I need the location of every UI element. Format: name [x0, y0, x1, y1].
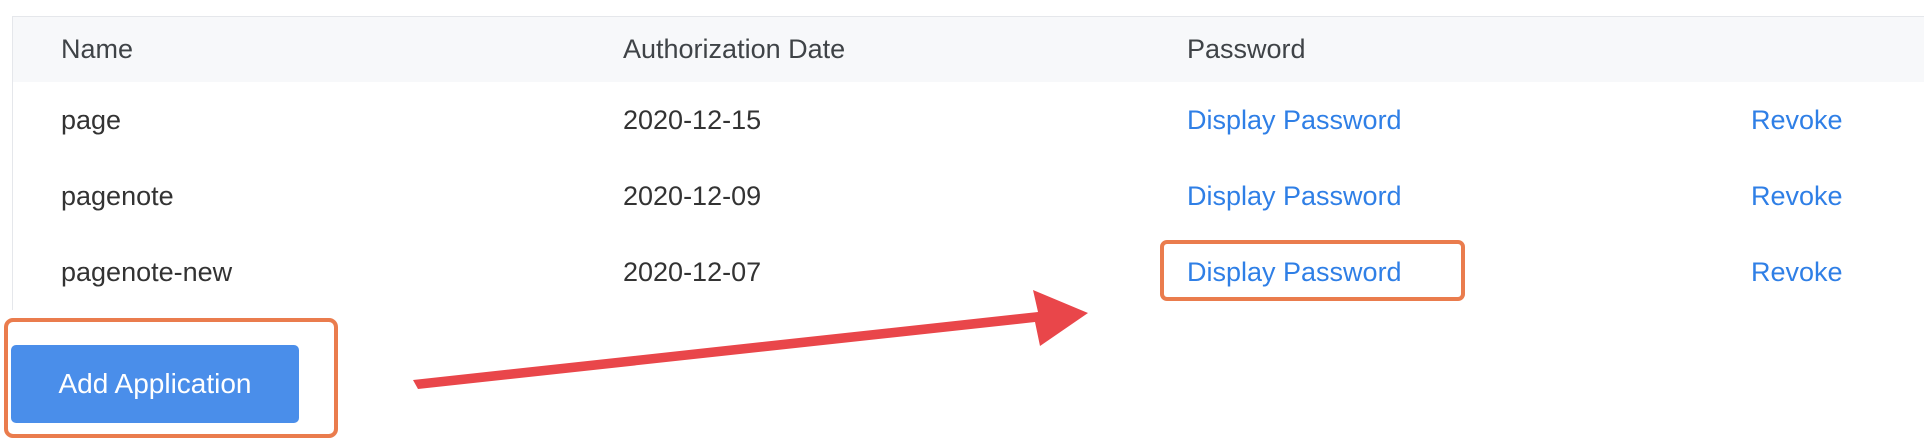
- column-header-password: Password: [1187, 34, 1306, 64]
- authorization-date: 2020-12-09: [623, 180, 762, 211]
- display-password-link[interactable]: Display Password: [1187, 82, 1402, 158]
- table-row: pagenote-new 2020-12-07 Display Password…: [13, 234, 1924, 310]
- revoke-link[interactable]: Revoke: [1751, 234, 1843, 310]
- authorization-date: 2020-12-15: [623, 104, 762, 135]
- authorized-applications-table: Name Authorization Date Password page 20…: [12, 16, 1924, 310]
- add-application-button[interactable]: Add Application: [11, 345, 299, 423]
- application-name: pagenote-new: [61, 256, 233, 287]
- table-header-row: Name Authorization Date Password: [13, 17, 1924, 82]
- table-row: page 2020-12-15 Display Password Revoke: [13, 82, 1924, 158]
- display-password-link[interactable]: Display Password: [1187, 234, 1402, 310]
- column-header-authorization-date: Authorization Date: [623, 34, 846, 64]
- revoke-link[interactable]: Revoke: [1751, 158, 1843, 234]
- column-header-name: Name: [61, 34, 134, 64]
- authorization-date: 2020-12-07: [623, 256, 762, 287]
- table-row: pagenote 2020-12-09 Display Password Rev…: [13, 158, 1924, 234]
- application-authorization-panel: Name Authorization Date Password page 20…: [0, 0, 1924, 444]
- application-name: page: [61, 104, 122, 135]
- display-password-link[interactable]: Display Password: [1187, 158, 1402, 234]
- revoke-link[interactable]: Revoke: [1751, 82, 1843, 158]
- application-name: pagenote: [61, 180, 174, 211]
